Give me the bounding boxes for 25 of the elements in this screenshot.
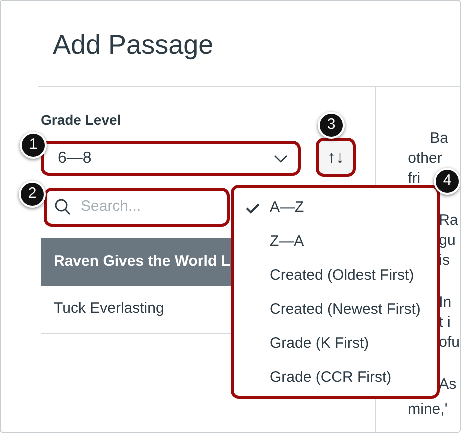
preview-text: Ra [439,211,458,231]
preview-text: Ba [430,129,448,149]
preview-text: ofu [439,333,460,353]
chevron-down-icon [274,154,288,162]
preview-text: t i [439,313,451,333]
callout-number: 1 [20,132,47,159]
field-label: Grade Level [41,111,122,130]
preview-text: gu [439,231,456,251]
preview-text: fri [408,169,421,189]
sort-button[interactable]: ↑↓ [316,138,356,177]
preview-text: mine,' [408,400,448,420]
callout-number: 4 [434,168,460,195]
preview-text: In [439,293,452,313]
preview-text: As [439,375,457,395]
dialog-title: Add Passage [53,29,215,62]
preview-text: is [439,251,450,271]
grade-select[interactable]: 6—8 [41,141,301,176]
callout-number: 3 [318,112,345,139]
menu-item[interactable]: A—Z [234,191,437,225]
callout-number: 2 [19,181,46,208]
menu-item[interactable]: Grade (CCR First) [234,361,437,395]
search-icon [55,199,71,216]
checkmark-icon [246,202,260,214]
search-field[interactable]: Search... [44,188,230,227]
preview-text: other [408,149,442,169]
